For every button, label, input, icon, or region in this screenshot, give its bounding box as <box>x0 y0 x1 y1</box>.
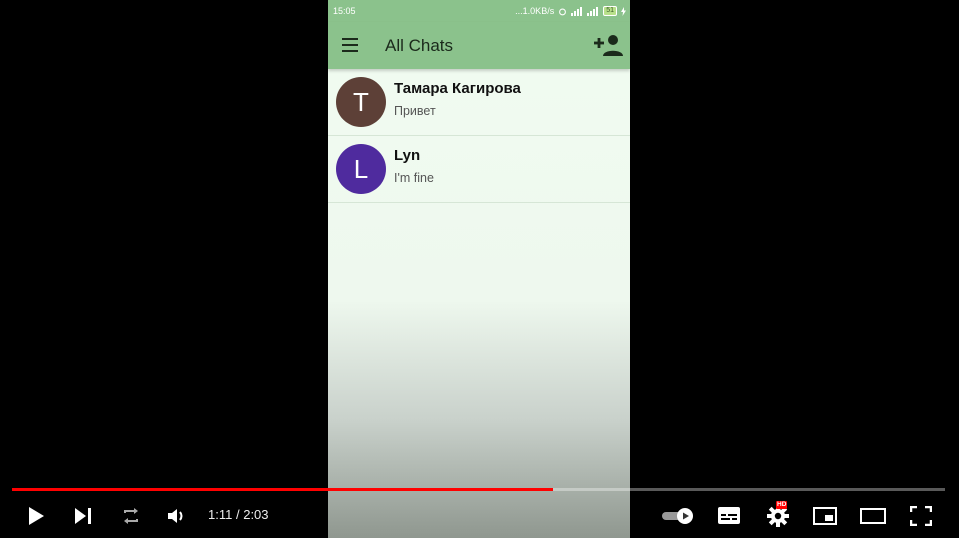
subtitles-icon <box>718 507 740 524</box>
chat-list: T Тамара Кагирова Привет L Lyn I'm fine <box>328 69 630 203</box>
chat-name: Тамара Кагирова <box>394 80 521 97</box>
chat-name: Lyn <box>394 147 421 164</box>
avatar: T <box>336 77 386 127</box>
menu-icon[interactable] <box>342 38 358 52</box>
add-user-icon[interactable] <box>594 33 624 57</box>
chat-preview: Привет <box>394 104 436 118</box>
battery-level: 51 <box>603 6 617 16</box>
theater-icon <box>860 507 886 524</box>
fullscreen-icon <box>910 505 932 526</box>
signal-icon-2 <box>587 6 599 16</box>
loop-button[interactable] <box>116 493 146 538</box>
player-controls: 1:11 / 2:03 HD <box>0 493 959 538</box>
fullscreen-button[interactable] <box>906 493 936 538</box>
progress-fill <box>12 488 554 491</box>
duration: 2:03 <box>243 507 269 522</box>
settings-button[interactable]: HD <box>762 493 794 538</box>
avatar: L <box>336 144 386 194</box>
time-display: 1:11 / 2:03 <box>208 507 269 522</box>
status-time: 15:05 <box>333 6 356 16</box>
autoplay-toggle[interactable] <box>660 493 696 538</box>
current-time: 1:11 <box>208 507 233 522</box>
volume-icon <box>168 508 183 523</box>
hd-badge: HD <box>776 501 788 509</box>
autoplay-toggle-icon <box>662 507 693 524</box>
status-indicators: ...1.0KB/s 51 <box>515 6 626 16</box>
status-bar: 15:05 ...1.0KB/s 51 <box>328 0 630 22</box>
chat-preview: I'm fine <box>394 171 434 185</box>
play-icon <box>29 506 44 525</box>
alarm-icon <box>559 8 567 15</box>
video-player: 15:05 ...1.0KB/s 51 All Chats T Тамара К… <box>0 0 959 538</box>
signal-icon <box>571 6 583 16</box>
chat-item[interactable]: L Lyn I'm fine <box>328 136 630 203</box>
next-button[interactable] <box>68 493 98 538</box>
play-button[interactable] <box>20 493 52 538</box>
page-title: All Chats <box>385 36 454 55</box>
volume-button[interactable] <box>162 493 192 538</box>
app-bar: All Chats <box>328 22 630 69</box>
charging-icon <box>621 6 626 16</box>
subtitles-button[interactable] <box>714 493 744 538</box>
chat-item[interactable]: T Тамара Кагирова Привет <box>328 69 630 136</box>
next-icon <box>75 507 91 524</box>
miniplayer-icon <box>813 506 837 525</box>
theater-mode-button[interactable] <box>856 493 890 538</box>
network-speed: ...1.0KB/s <box>515 6 555 16</box>
loop-icon <box>124 507 138 524</box>
time-separator: / <box>235 507 240 522</box>
miniplayer-button[interactable] <box>810 493 840 538</box>
progress-bar[interactable] <box>12 488 945 491</box>
phone-screen: 15:05 ...1.0KB/s 51 All Chats T Тамара К… <box>328 0 630 538</box>
